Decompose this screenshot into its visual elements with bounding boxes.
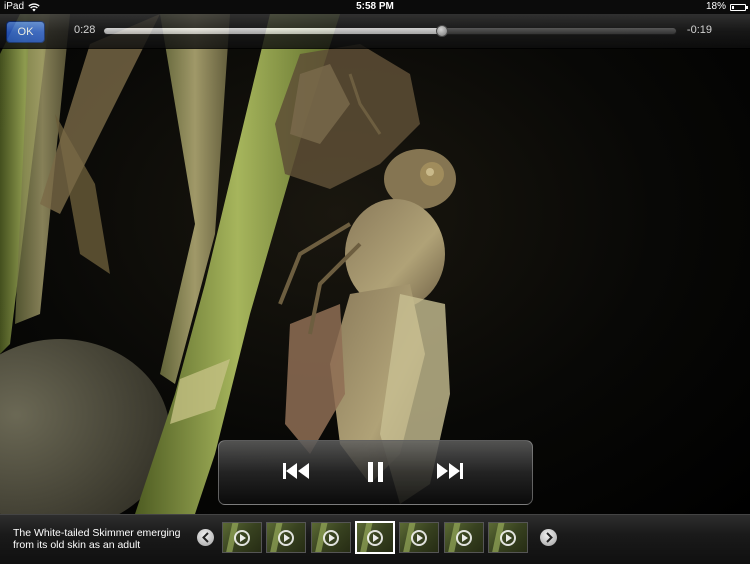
play-icon	[455, 529, 472, 546]
ok-button[interactable]: OK	[6, 21, 45, 43]
battery-icon	[730, 3, 748, 11]
status-time: 5:58 PM	[356, 1, 394, 12]
status-right: 18%	[705, 0, 748, 14]
chevron-right-icon[interactable]	[540, 529, 557, 546]
video-frame[interactable]	[0, 14, 750, 514]
time-elapsed: 0:28	[74, 24, 96, 36]
play-icon	[234, 529, 250, 546]
scrubber-progress	[104, 28, 442, 34]
play-icon	[411, 529, 428, 546]
chevron-left-icon[interactable]	[197, 529, 214, 546]
video-thumbnail[interactable]	[266, 522, 307, 553]
play-icon	[366, 529, 383, 546]
video-thumbnail[interactable]	[222, 522, 262, 553]
skip-back-icon[interactable]	[282, 460, 312, 482]
time-remaining: -0:19	[686, 24, 712, 36]
video-thumbnail[interactable]	[443, 522, 484, 553]
caption-line-2: from its old skin as an adult	[13, 539, 141, 551]
status-bar: iPad 5:58 PM 18%	[0, 0, 750, 14]
scrubber-thumb[interactable]	[435, 25, 448, 37]
play-icon	[499, 529, 516, 546]
caption-line-1: The White-tailed Skimmer emerging	[13, 527, 181, 539]
scrubber-track[interactable]	[103, 27, 677, 35]
bottom-bar: The White-tailed Skimmer emerging from i…	[0, 514, 750, 564]
status-left: iPad	[4, 0, 40, 14]
play-icon	[278, 529, 295, 546]
video-thumbnail[interactable]	[487, 522, 528, 553]
play-icon	[322, 529, 339, 546]
battery-percent: 18%	[705, 1, 726, 12]
video-thumbnail[interactable]	[310, 522, 351, 553]
transport-controls	[218, 440, 533, 505]
battery-level	[732, 5, 734, 9]
device-name: iPad	[4, 1, 25, 12]
top-control-bar: OK 0:28 -0:19	[0, 14, 750, 49]
pause-icon[interactable]	[366, 460, 386, 484]
video-image	[0, 14, 456, 514]
video-thumbnail[interactable]	[354, 521, 395, 554]
video-thumbnail[interactable]	[399, 522, 440, 553]
video-caption: The White-tailed Skimmer emerging from i…	[13, 527, 188, 551]
wifi-icon	[28, 2, 40, 12]
skip-forward-icon[interactable]	[434, 460, 464, 482]
